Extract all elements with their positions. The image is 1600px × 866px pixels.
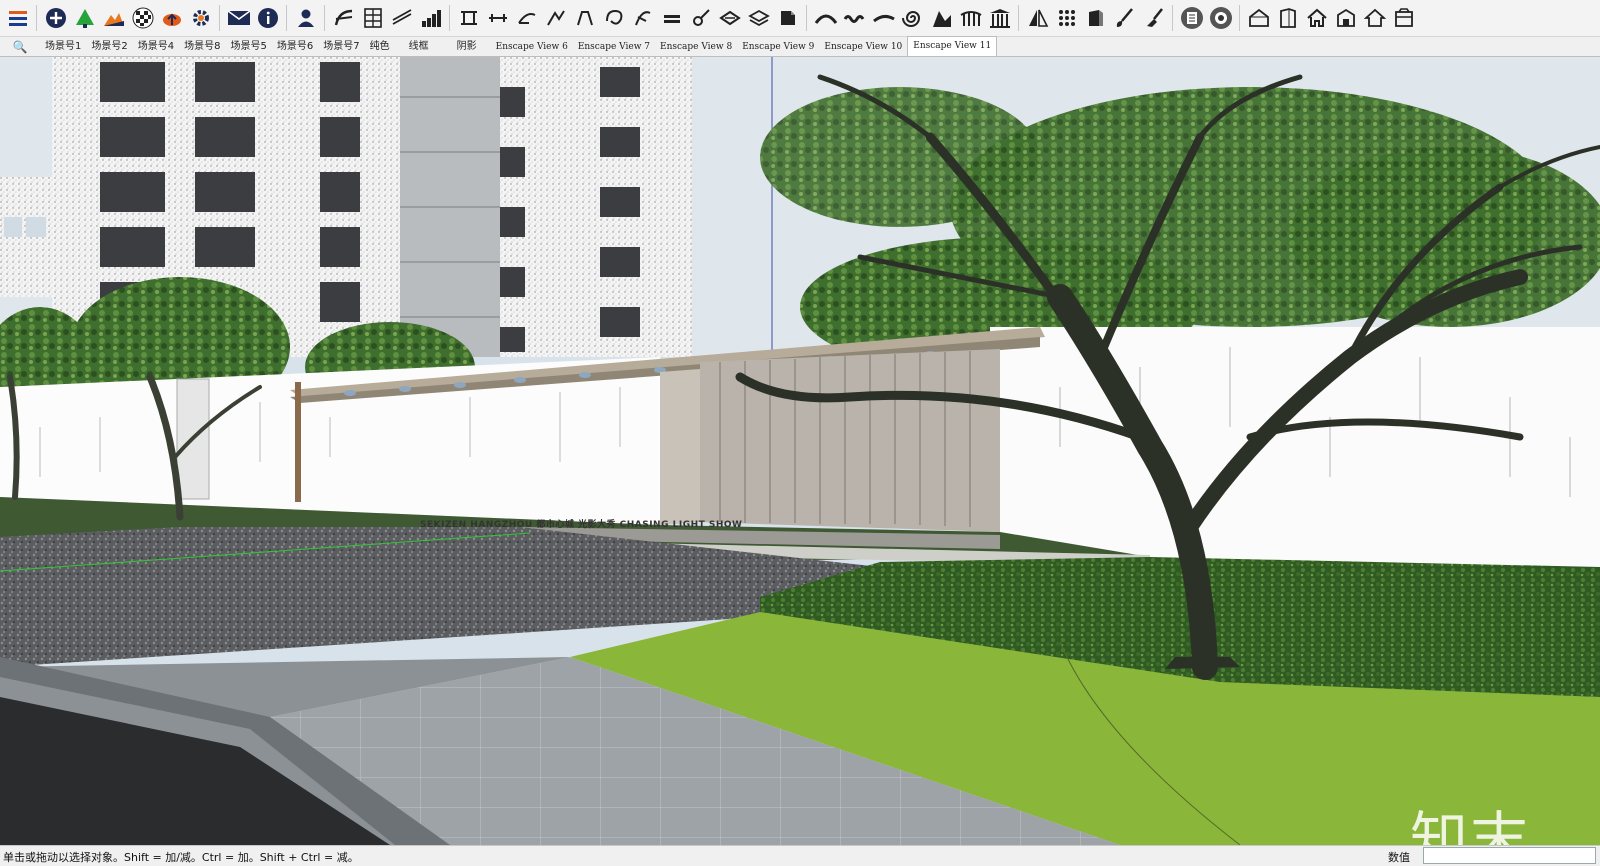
line-icon[interactable]	[388, 5, 415, 32]
house-b-icon[interactable]	[1274, 5, 1301, 32]
scene-tabs: 🔍 场景号1 场景号2 场景号4 场景号8 场景号5 场景号6 场景号7 纯色 …	[0, 36, 1600, 57]
tool-e-icon[interactable]	[571, 5, 598, 32]
toolbar-separator	[219, 5, 220, 31]
tab-scene-8[interactable]: 场景号8	[179, 38, 225, 56]
house-a-icon[interactable]	[1245, 5, 1272, 32]
grid-icon[interactable]	[359, 5, 386, 32]
circle-a-icon[interactable]	[1178, 5, 1205, 32]
brush-icon[interactable]	[1111, 5, 1138, 32]
gear-icon[interactable]	[187, 5, 214, 32]
cloud-upload-icon[interactable]	[158, 5, 185, 32]
tool-f-icon[interactable]	[600, 5, 627, 32]
toolbar-separator	[286, 5, 287, 31]
tool-g-icon[interactable]	[629, 5, 656, 32]
tab-scene-7[interactable]: 场景号7	[318, 38, 364, 56]
watermark-logo: 知末	[1410, 805, 1531, 845]
tab-enscape-view-8[interactable]: Enscape View 8	[655, 38, 737, 56]
column-icon[interactable]	[986, 5, 1013, 32]
tab-scene-2[interactable]: 场景号2	[86, 38, 132, 56]
toolbar-separator	[36, 5, 37, 31]
toolbar-separator	[806, 5, 807, 31]
house-d-icon[interactable]	[1361, 5, 1388, 32]
tool-c-icon[interactable]	[513, 5, 540, 32]
tab-enscape-view-6[interactable]: Enscape View 6	[491, 38, 573, 56]
user-icon[interactable]	[292, 5, 319, 32]
broom-icon[interactable]	[1140, 5, 1167, 32]
tool-b-icon[interactable]	[484, 5, 511, 32]
tool-k-icon[interactable]	[745, 5, 772, 32]
add-icon[interactable]	[42, 5, 69, 32]
wave-icon[interactable]	[841, 5, 868, 32]
tree-icon[interactable]	[71, 5, 98, 32]
info-icon[interactable]	[254, 5, 281, 32]
layers-icon[interactable]	[4, 5, 31, 32]
tool-d-icon[interactable]	[542, 5, 569, 32]
wall-sign-text: SEKIZEN HANGZHOU 都市心城 光影大秀 CHASING LIGHT…	[420, 520, 743, 530]
rail-icon[interactable]	[957, 5, 984, 32]
search-icon[interactable]: 🔍	[0, 37, 40, 56]
house-c-icon[interactable]	[1332, 5, 1359, 32]
tab-shadow[interactable]: 阴影	[443, 38, 491, 56]
tab-enscape-view-11[interactable]: Enscape View 11	[907, 36, 998, 56]
tab-scene-4[interactable]: 场景号4	[133, 38, 179, 56]
scene-render	[0, 57, 1600, 845]
main-toolbar	[0, 0, 1600, 37]
tab-scene-6[interactable]: 场景号6	[272, 38, 318, 56]
wall-icon[interactable]	[1082, 5, 1109, 32]
toolbar-separator	[1172, 5, 1173, 31]
tab-solid-color[interactable]: 纯色	[365, 38, 395, 56]
tab-scene-1[interactable]: 场景号1	[40, 38, 86, 56]
status-bar: 单击或拖动以选择对象。Shift = 加/减。Ctrl = 加。Shift + …	[0, 845, 1600, 866]
tab-enscape-view-7[interactable]: Enscape View 7	[573, 38, 655, 56]
tab-enscape-view-10[interactable]: Enscape View 10	[819, 38, 907, 56]
swirl-icon[interactable]	[870, 5, 897, 32]
tab-wireframe[interactable]: 线框	[395, 38, 443, 56]
measurements-label: 数值	[1388, 851, 1410, 864]
spiral-icon[interactable]	[899, 5, 926, 32]
bar-icon[interactable]	[417, 5, 444, 32]
home-icon[interactable]	[1303, 5, 1330, 32]
arch-icon[interactable]	[812, 5, 839, 32]
stair-icon[interactable]	[928, 5, 955, 32]
toolbar-separator	[449, 5, 450, 31]
tab-scene-5[interactable]: 场景号5	[226, 38, 272, 56]
dots-icon[interactable]	[1053, 5, 1080, 32]
toolbar-separator	[1018, 5, 1019, 31]
tool-h-icon[interactable]	[658, 5, 685, 32]
toolbar-separator	[1239, 5, 1240, 31]
tool-j-icon[interactable]	[716, 5, 743, 32]
tool-a-icon[interactable]	[455, 5, 482, 32]
circle-b-icon[interactable]	[1207, 5, 1234, 32]
tool-i-icon[interactable]	[687, 5, 714, 32]
checker-icon[interactable]	[129, 5, 156, 32]
model-viewport[interactable]: SEKIZEN HANGZHOU 都市心城 光影大秀 CHASING LIGHT…	[0, 57, 1600, 845]
curve-icon[interactable]	[330, 5, 357, 32]
tool-l-icon[interactable]	[774, 5, 801, 32]
measurements-input[interactable]	[1423, 847, 1596, 864]
box-icon[interactable]	[1390, 5, 1417, 32]
toolbar-separator	[324, 5, 325, 31]
mail-icon[interactable]	[225, 5, 252, 32]
terrain-icon[interactable]	[100, 5, 127, 32]
mirror-icon[interactable]	[1024, 5, 1051, 32]
status-message: 单击或拖动以选择对象。Shift = 加/减。Ctrl = 加。Shift + …	[3, 851, 359, 864]
tab-enscape-view-9[interactable]: Enscape View 9	[737, 38, 819, 56]
